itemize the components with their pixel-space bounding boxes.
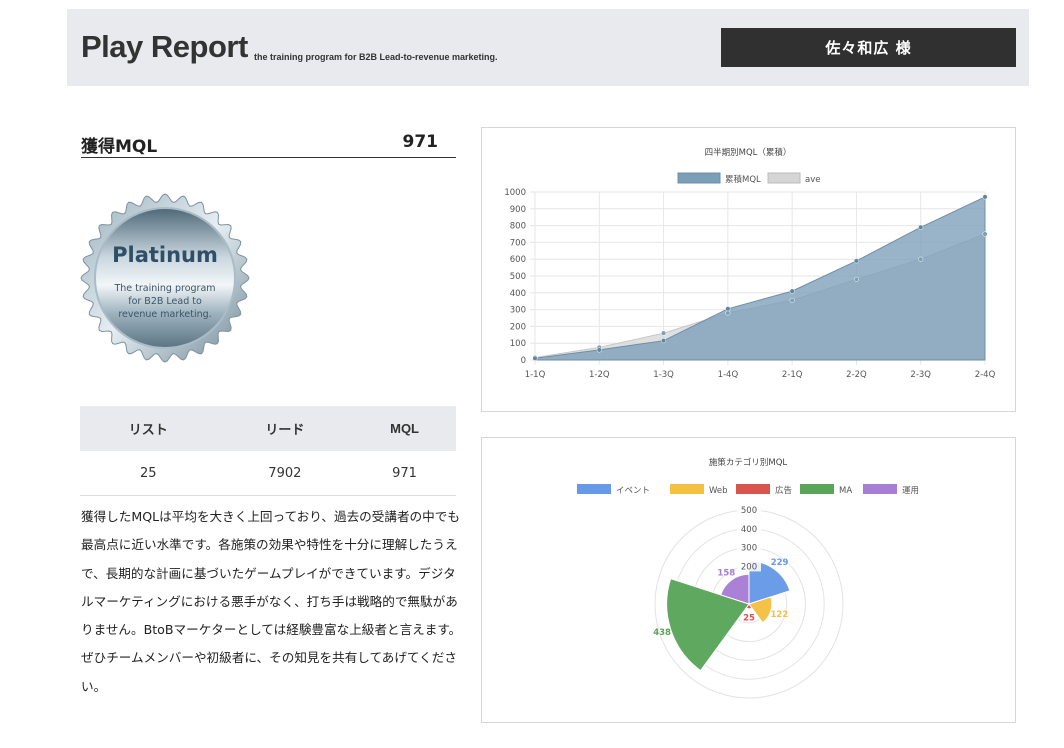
stats-value-list: 25 [80, 451, 217, 496]
polar-legend-swatch [863, 484, 897, 494]
data-point-average [661, 330, 667, 336]
polar-tick-label: 200 [741, 562, 757, 572]
y-tick-label: 500 [510, 272, 526, 282]
badge-tagline-2: for B2B Lead to [128, 296, 202, 307]
data-point-average [789, 297, 795, 303]
x-tick-label: 2-2Q [846, 370, 867, 380]
legend-label-1: ave [805, 175, 820, 185]
polar-legend-swatch [800, 484, 834, 494]
polar-legend-label: 運用 [902, 486, 919, 496]
polar-value-label: 438 [653, 628, 671, 638]
polar-chart-title: 施策カテゴリ別MQL [709, 457, 788, 468]
x-tick-label: 2-3Q [910, 370, 931, 380]
polar-legend-swatch [736, 484, 770, 494]
legend-swatch-1 [767, 172, 801, 184]
y-tick-label: 800 [510, 222, 526, 232]
user-name-badge: 佐々和広 様 [721, 28, 1016, 67]
data-point-average [725, 310, 731, 316]
cumulative-mql-chart-panel: 四半期別MQL（累積） 累積MQL ave 0 100 200 300 400 500 600 70… [481, 127, 1016, 412]
y-tick-label: 700 [510, 238, 526, 248]
stats-header-row: リスト リード MQL [80, 406, 456, 451]
stats-header-mql: MQL [353, 406, 456, 451]
data-point-average [918, 256, 924, 262]
legend-swatch-0 [677, 172, 721, 184]
x-tick-label: 1-4Q [718, 370, 739, 380]
category-mql-chart: 施策カテゴリ別MQL イベント Web 広告 MA 運用 200 300 400 500 229 12… [577, 457, 919, 699]
polar-legend-label: 広告 [775, 485, 792, 496]
data-point-cumulative [918, 224, 924, 230]
data-point-average [982, 231, 988, 237]
badge-rank: Platinum [112, 243, 218, 267]
badge-tagline-3: revenue marketing. [118, 309, 211, 320]
x-tick-label: 1-2Q [589, 370, 610, 380]
mql-summary: 獲得MQL 971 [81, 132, 456, 158]
data-point-cumulative [596, 347, 602, 353]
polar-legend-label: Web [709, 486, 728, 496]
mql-label: 獲得MQL [81, 137, 158, 157]
area-cumulative [534, 196, 986, 361]
category-mql-chart-panel: 施策カテゴリ別MQL イベント Web 広告 MA 運用 200 300 400 500 229 12… [481, 437, 1016, 723]
stats-header-list: リスト [80, 406, 217, 451]
y-tick-label: 900 [510, 205, 526, 215]
stats-table: リスト リード MQL 25 7902 971 [80, 406, 456, 496]
data-point-average [853, 276, 859, 282]
stats-value-row: 25 7902 971 [80, 451, 456, 496]
polar-tick-label: 500 [741, 506, 757, 516]
page-subtitle: the training program for B2B Lead-to-rev… [254, 52, 498, 62]
data-point-cumulative [532, 355, 538, 361]
badge-tagline-1: The training program [113, 283, 215, 294]
evaluation-comment: 獲得したMQLは平均を大きく上回っており、過去の受講者の中でも最高点に近い水準で… [81, 509, 462, 694]
x-tick-label: 2-4Q [975, 370, 996, 380]
y-tick-label: 100 [510, 339, 526, 349]
x-tick-label: 1-3Q [653, 370, 674, 380]
stats-value-lead: 7902 [216, 451, 354, 496]
y-tick-label: 300 [510, 306, 526, 316]
chart-title: 四半期別MQL（累積） [705, 147, 792, 158]
legend-label-0: 累積MQL [725, 174, 761, 185]
cumulative-mql-chart: 四半期別MQL（累積） 累積MQL ave 0 100 200 300 400 500 600 70… [504, 147, 996, 380]
polar-legend-label: MA [839, 486, 852, 496]
polar-value-label: 229 [771, 558, 789, 568]
polar-value-label: 158 [717, 569, 735, 579]
y-tick-label: 400 [510, 289, 526, 299]
polar-legend-label: イベント [616, 486, 650, 496]
polar-value-label: 25 [743, 614, 755, 624]
data-point-cumulative [853, 258, 859, 264]
polar-legend-swatch [577, 484, 611, 494]
page-title: Play Report [81, 29, 248, 64]
data-point-cumulative [789, 288, 795, 294]
y-tick-label: 600 [510, 255, 526, 265]
data-point-cumulative [982, 194, 988, 200]
polar-value-label: 122 [771, 610, 789, 620]
data-point-cumulative [725, 306, 731, 312]
polar-legend-swatch [670, 484, 704, 494]
x-tick-label: 2-1Q [782, 370, 803, 380]
y-tick-label: 1000 [504, 188, 526, 198]
platinum-badge: Platinum The training program for B2B Le… [80, 193, 250, 363]
stats-value-mql: 971 [353, 451, 456, 496]
polar-tick-label: 400 [741, 525, 757, 535]
x-tick-label: 1-1Q [525, 370, 546, 380]
polar-tick-label: 300 [741, 544, 757, 554]
stats-header-lead: リード [216, 406, 354, 451]
y-tick-label: 0 [521, 356, 526, 366]
report-header: Play Report the training program for B2B… [67, 9, 1029, 86]
y-tick-label: 200 [510, 322, 526, 332]
data-point-cumulative [661, 338, 667, 344]
mql-value: 971 [402, 132, 439, 152]
